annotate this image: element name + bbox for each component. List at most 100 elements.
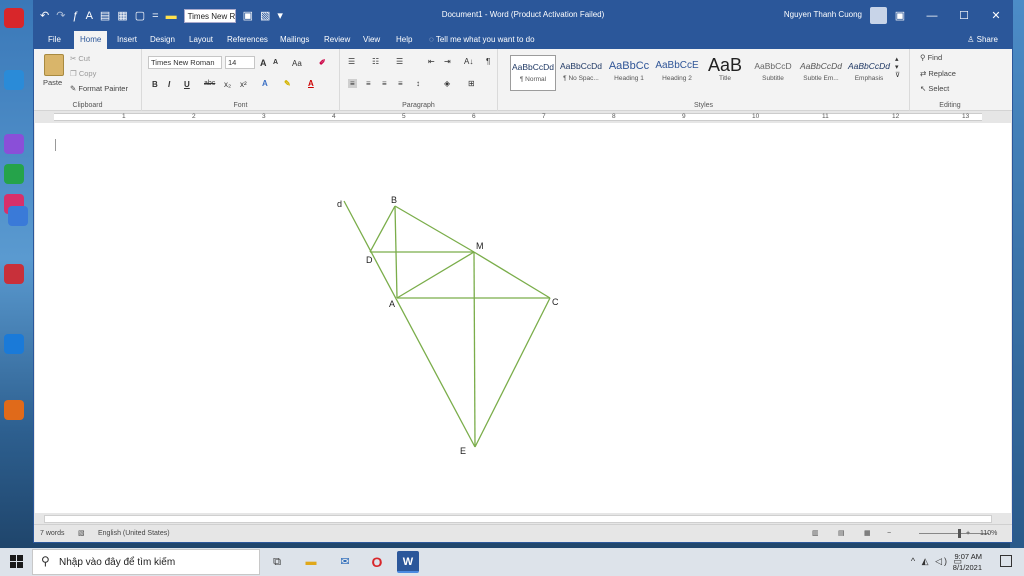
tab-layout[interactable]: Layout [183, 31, 219, 49]
style-title[interactable]: AaB Title [702, 55, 748, 91]
increase-indent-icon[interactable]: ⇥ [444, 57, 451, 66]
tell-me-search[interactable]: ◌ Tell me what you want to do [429, 31, 535, 49]
task-view-icon[interactable]: ⧉ [266, 551, 288, 573]
tab-file[interactable]: File [42, 31, 67, 49]
taskbar-clock[interactable]: 9:07 AM 8/1/2021 [953, 551, 982, 573]
style-emphasis[interactable]: AaBbCcDd Emphasis [846, 55, 892, 91]
tab-view[interactable]: View [357, 31, 386, 49]
underline-button[interactable]: U [184, 80, 190, 89]
bullets-icon[interactable]: ☰ [348, 57, 355, 66]
tab-help[interactable]: Help [390, 31, 418, 49]
style-normal[interactable]: AaBbCcDd ¶ Normal [510, 55, 556, 91]
grow-font-button[interactable]: A [260, 58, 267, 68]
notification-icon[interactable] [1000, 555, 1012, 567]
style-subtitle[interactable]: AaBbCcD Subtitle [750, 55, 796, 91]
minimize-button[interactable]: — [916, 1, 948, 31]
style-subtle-emphasis[interactable]: AaBbCcDd Subtle Em... [798, 55, 844, 91]
read-mode-icon[interactable]: ▥ [812, 525, 819, 543]
multilevel-list-icon[interactable]: ☰ [396, 57, 403, 66]
zoom-in-button[interactable]: + [966, 525, 970, 543]
web-layout-icon[interactable]: ▦ [864, 525, 871, 543]
zoom-level[interactable]: 110% [980, 525, 997, 543]
print-layout-icon[interactable]: ▤ [838, 525, 845, 543]
align-left-icon[interactable]: ≡ [348, 79, 357, 88]
editing-group: ⚲ Find ⇄ Replace ↖ Select Editing [910, 49, 990, 111]
paragraph-group: ☰ ☷ ☰ ⇤ ⇥ A↓ ¶ ≡ ≡ ≡ ≡ ↕ ◈ ⊞ Paragraph [340, 49, 498, 111]
font-color-icon[interactable]: A [308, 79, 314, 88]
file-explorer-icon[interactable]: ▬ [300, 551, 322, 573]
line-spacing-icon[interactable]: ↕ [416, 79, 420, 88]
borders-icon[interactable]: ⊞ [468, 79, 475, 88]
cut-button[interactable]: ✂ Cut [70, 54, 90, 63]
ruler-number: 9 [682, 113, 686, 120]
desktop-app-icon[interactable] [4, 70, 24, 90]
desktop-folder-icon[interactable] [8, 206, 28, 226]
desktop-app-icon[interactable] [4, 400, 24, 420]
shading-icon[interactable]: ◈ [444, 79, 450, 88]
close-button[interactable]: ✕ [980, 1, 1012, 31]
windows-start-icon[interactable] [10, 555, 24, 569]
sort-icon[interactable]: A↓ [464, 57, 473, 66]
numbering-icon[interactable]: ☷ [372, 57, 379, 66]
styles-scroll-icon[interactable]: ▴ ▾ ⊽ [895, 55, 900, 79]
font-name-select[interactable]: Times New Roman [148, 56, 222, 69]
opera-icon[interactable]: O [366, 551, 388, 573]
style-no-spacing[interactable]: AaBbCcDd ¶ No Spac... [558, 55, 604, 91]
show-formatting-icon[interactable]: ¶ [486, 57, 490, 66]
document-title: Document1 - Word (Product Activation Fai… [441, 10, 605, 19]
taskbar-search-input[interactable]: ⚲ Nhập vào đây để tìm kiếm [32, 549, 260, 575]
ribbon-display-icon[interactable]: ▣ [884, 1, 916, 31]
tab-design[interactable]: Design [144, 31, 181, 49]
tab-review[interactable]: Review [318, 31, 356, 49]
highlight-color-icon[interactable]: ✎ [284, 79, 291, 88]
paste-button[interactable]: Paste [43, 78, 62, 87]
tab-references[interactable]: References [221, 31, 274, 49]
share-button[interactable]: ♙ Share [967, 31, 998, 49]
zoom-slider-knob[interactable] [958, 529, 961, 538]
desktop-messenger-icon[interactable] [4, 134, 24, 154]
italic-button[interactable]: I [168, 80, 170, 89]
change-case-button[interactable]: Aa [292, 59, 302, 68]
tab-home[interactable]: Home [74, 31, 108, 49]
desktop-app-icon[interactable] [4, 334, 24, 354]
text-effects-icon[interactable]: A [262, 79, 268, 88]
mail-icon[interactable]: ✉ [334, 551, 356, 573]
desktop-opera-icon[interactable] [4, 8, 24, 28]
word-taskbar-icon[interactable]: W [397, 551, 419, 573]
format-painter-button[interactable]: ✎ Format Painter [70, 84, 128, 93]
tab-mailings[interactable]: Mailings [274, 31, 315, 49]
font-size-select[interactable]: 14 [225, 56, 255, 69]
maximize-button[interactable]: ☐ [948, 1, 980, 31]
account-name[interactable]: Nguyen Thanh Cuong [784, 10, 862, 19]
align-center-icon[interactable]: ≡ [366, 79, 371, 88]
tab-insert[interactable]: Insert [111, 31, 143, 49]
replace-button[interactable]: ⇄ Replace [920, 69, 956, 78]
zoom-slider[interactable] [919, 533, 989, 534]
document-page[interactable]: d B D M A C E [35, 123, 1011, 513]
geometry-figure[interactable]: d B D M A C E [35, 123, 1011, 513]
word-count[interactable]: 7 words [40, 525, 65, 543]
select-button[interactable]: ↖ Select [920, 84, 949, 93]
style-heading-1[interactable]: AaBbCc Heading 1 [606, 55, 652, 91]
justify-icon[interactable]: ≡ [398, 79, 403, 88]
scrollbar-thumb[interactable] [44, 515, 992, 523]
proofing-icon[interactable]: ▧ [78, 525, 85, 543]
point-label-M: M [476, 241, 484, 251]
subscript-button[interactable]: x₂ [224, 80, 231, 89]
horizontal-ruler[interactable]: 1 2 3 4 5 6 7 8 9 10 11 12 13 [34, 111, 1012, 123]
align-right-icon[interactable]: ≡ [382, 79, 387, 88]
decrease-indent-icon[interactable]: ⇤ [428, 57, 435, 66]
desktop-whatsapp-icon[interactable] [4, 164, 24, 184]
superscript-button[interactable]: x² [240, 80, 247, 89]
strikethrough-button[interactable]: abc [204, 80, 215, 87]
paste-icon[interactable] [44, 54, 64, 76]
copy-button[interactable]: ❐ Copy [70, 69, 96, 78]
shrink-font-button[interactable]: A [273, 59, 278, 66]
clear-formatting-icon[interactable]: ✐ [319, 58, 326, 67]
language-indicator[interactable]: English (United States) [98, 525, 170, 543]
style-heading-2[interactable]: AaBbCcE Heading 2 [654, 55, 700, 91]
bold-button[interactable]: B [152, 80, 158, 89]
desktop-app-icon[interactable] [4, 264, 24, 284]
zoom-out-button[interactable]: − [887, 525, 891, 543]
find-button[interactable]: ⚲ Find [920, 53, 942, 62]
